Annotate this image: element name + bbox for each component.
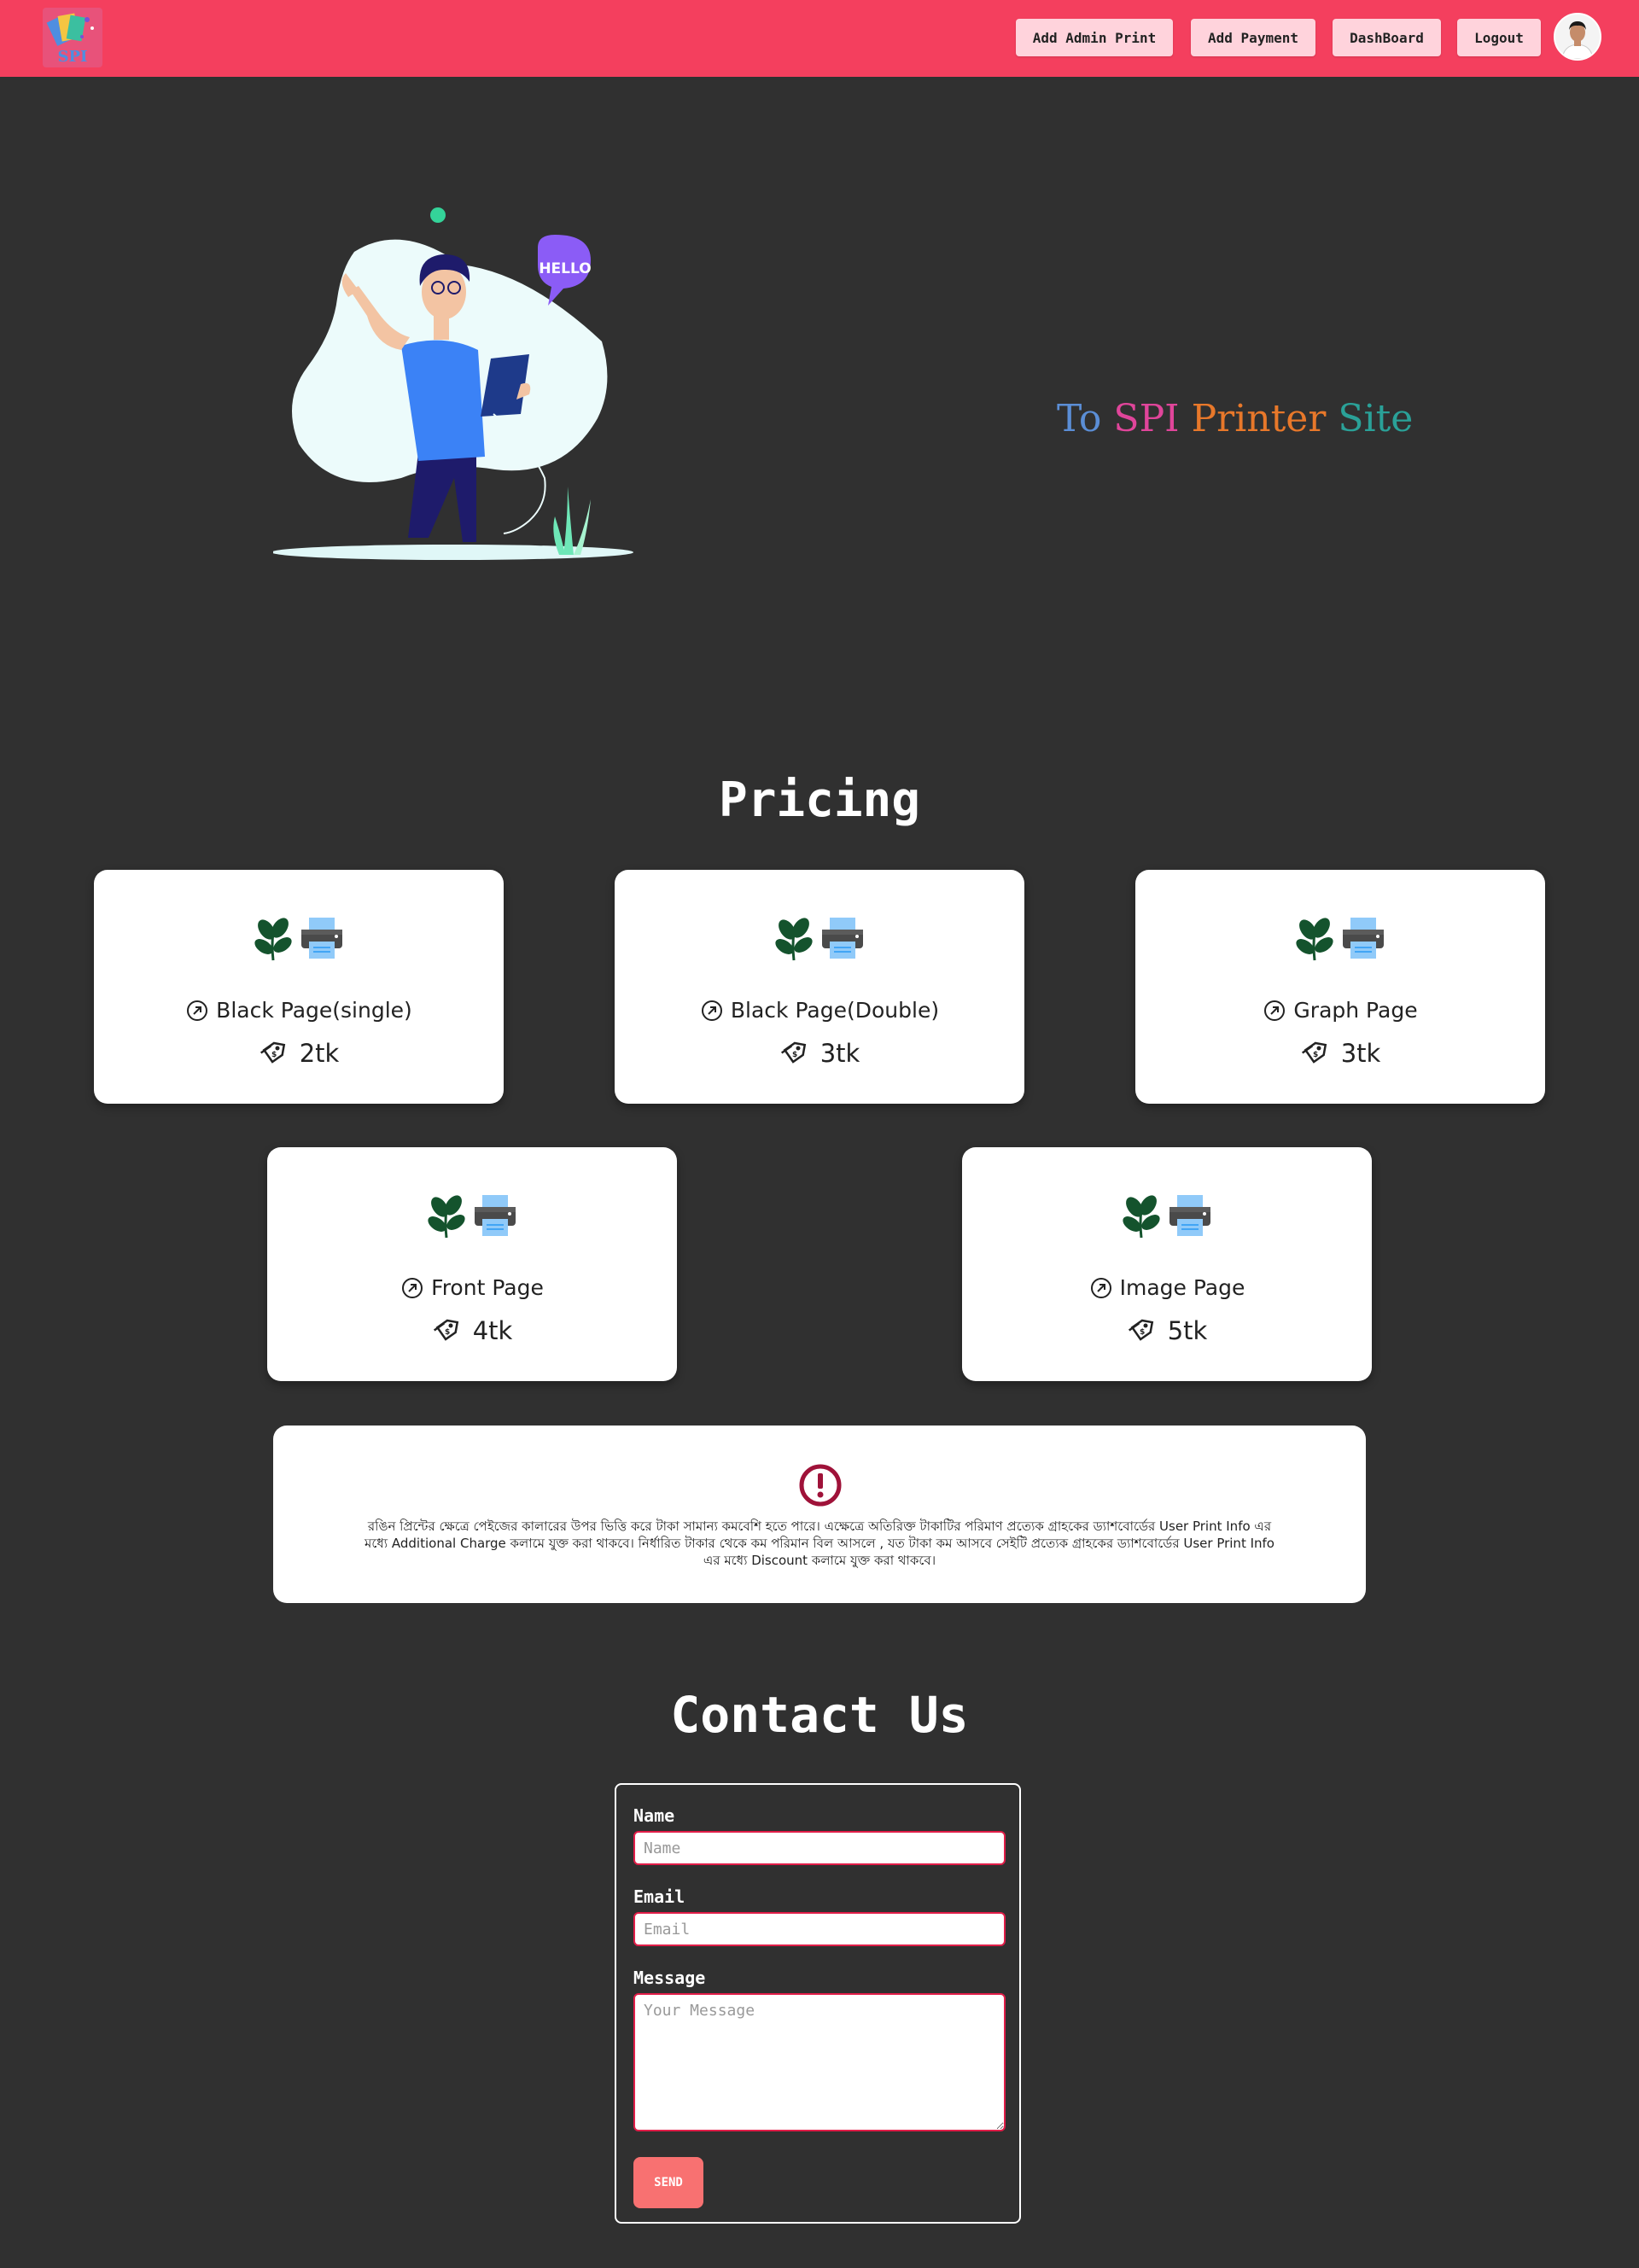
price-tag-icon: $: [1300, 1040, 1329, 1067]
card-price: 5tk: [1167, 1316, 1208, 1345]
pricing-card: Graph Page $3tk: [1135, 870, 1545, 1104]
arrow-up-right-icon: [400, 1276, 424, 1300]
name-label: Name: [633, 1805, 675, 1826]
email-label: Email: [633, 1886, 685, 1907]
arrow-up-right-icon: [185, 999, 209, 1023]
card-name-row: Front Page: [267, 1275, 677, 1300]
logo-text: SPI: [57, 48, 88, 66]
svg-text:$: $: [792, 1051, 797, 1059]
card-name-row: Black Page(Double): [615, 998, 1024, 1023]
svg-text:$: $: [1313, 1051, 1318, 1059]
printer-icon: [1339, 911, 1387, 962]
add-payment-button[interactable]: Add Payment: [1191, 19, 1315, 56]
avatar-graphic: [1555, 15, 1600, 59]
arrow-up-right-icon: [1263, 999, 1286, 1023]
printer-icon: [298, 911, 346, 962]
alert-icon: [799, 1464, 842, 1507]
pricing-note-card: রঙিন প্রিন্টের ক্ষেত্রে পেইজের কালারের উ…: [273, 1426, 1366, 1603]
leaf-icon: [252, 911, 295, 962]
card-name-row: Graph Page: [1135, 998, 1545, 1023]
printer-icon: [471, 1188, 519, 1239]
email-input[interactable]: [633, 1912, 1006, 1946]
card-price: 3tk: [820, 1039, 860, 1068]
card-name: Graph Page: [1293, 998, 1418, 1023]
card-price-row: $3tk: [615, 1039, 1024, 1068]
printer-icon: [1166, 1188, 1214, 1239]
card-icons: [615, 911, 1024, 962]
svg-text:$: $: [445, 1328, 450, 1337]
pricing-note-text: রঙিন প্রিন্টের ক্ষেত্রে পেইজের কালারের উ…: [365, 1519, 1274, 1568]
contact-form: Name Email Message SEND: [615, 1783, 1021, 2224]
printer-icon: [819, 911, 866, 962]
name-input[interactable]: [633, 1831, 1006, 1865]
leaf-icon: [1120, 1188, 1163, 1239]
card-name-row: Black Page(single): [94, 998, 504, 1023]
arrow-up-right-icon: [1089, 1276, 1113, 1300]
top-navbar: SPI Add Admin Print Add Payment DashBoar…: [0, 0, 1639, 77]
card-price: 2tk: [299, 1039, 340, 1068]
hero-illustration: HELLO: [271, 196, 649, 572]
pricing-card: Black Page(Double) $3tk: [615, 870, 1024, 1104]
card-price-row: $3tk: [1135, 1039, 1545, 1068]
add-admin-print-button[interactable]: Add Admin Print: [1016, 19, 1173, 56]
card-icons: [962, 1188, 1372, 1239]
hero-title-word: SPI: [1113, 397, 1180, 440]
pricing-card: Black Page(single) $2tk: [94, 870, 504, 1104]
card-name-row: Image Page: [962, 1275, 1372, 1300]
pricing-title: Pricing: [718, 773, 920, 828]
contact-title: Contact Us: [670, 1686, 969, 1744]
card-price-row: $5tk: [962, 1316, 1372, 1345]
card-name: Black Page(Double): [730, 998, 940, 1023]
leaf-icon: [425, 1188, 468, 1239]
card-price: 3tk: [1340, 1039, 1381, 1068]
leaf-icon: [1293, 911, 1336, 962]
card-name: Image Page: [1119, 1275, 1245, 1300]
hero-title: To SPI Printer Site: [1057, 397, 1413, 440]
price-tag-icon: $: [1127, 1317, 1156, 1344]
message-label: Message: [633, 1968, 706, 1988]
send-button[interactable]: SEND: [633, 2157, 703, 2208]
card-name: Front Page: [431, 1275, 544, 1300]
hero-title-word: To: [1057, 397, 1102, 440]
card-icons: [1135, 911, 1545, 962]
pricing-card: Image Page $5tk: [962, 1147, 1372, 1381]
logout-button[interactable]: Logout: [1457, 19, 1541, 56]
card-icons: [94, 911, 504, 962]
hello-bubble-text: HELLO: [539, 260, 591, 277]
user-avatar[interactable]: [1554, 13, 1601, 61]
hero-title-word: Printer: [1191, 397, 1327, 440]
svg-text:$: $: [1140, 1328, 1145, 1337]
card-name: Black Page(single): [216, 998, 412, 1023]
price-tag-icon: $: [259, 1040, 288, 1067]
price-tag-icon: $: [779, 1040, 808, 1067]
arrow-up-right-icon: [700, 999, 724, 1023]
card-price: 4tk: [472, 1316, 513, 1345]
card-price-row: $2tk: [94, 1039, 504, 1068]
message-textarea[interactable]: [633, 1993, 1006, 2131]
hero-title-word: Site: [1338, 397, 1414, 440]
spi-logo[interactable]: SPI: [43, 8, 102, 67]
pricing-card: Front Page $4tk: [267, 1147, 677, 1381]
card-price-row: $4tk: [267, 1316, 677, 1345]
price-tag-icon: $: [432, 1317, 461, 1344]
card-icons: [267, 1188, 677, 1239]
leaf-icon: [773, 911, 815, 962]
svg-text:$: $: [271, 1051, 277, 1059]
dashboard-button[interactable]: DashBoard: [1333, 19, 1441, 56]
